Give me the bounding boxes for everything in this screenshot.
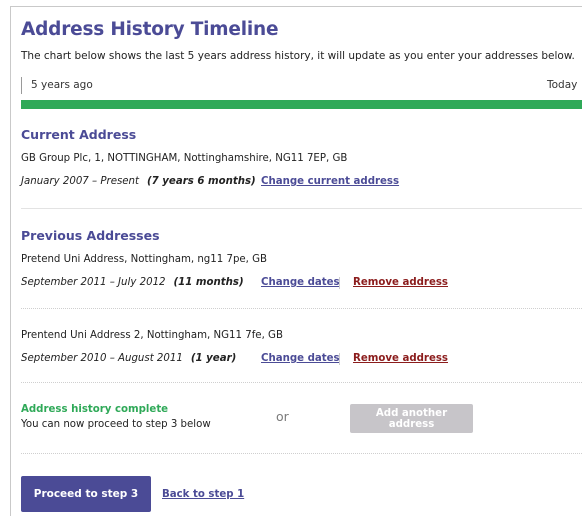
remove-address-link-2[interactable]: Remove address <box>353 353 448 364</box>
current-address-dates: January 2007 – Present (7 years 6 months) <box>21 176 256 187</box>
page-title: Address History Timeline <box>21 19 279 40</box>
row-divider <box>21 453 582 454</box>
timeline-intro: The chart below shows the last 5 years a… <box>21 50 575 62</box>
remove-address-link-1[interactable]: Remove address <box>353 277 448 288</box>
add-another-address-button[interactable]: Add another address <box>350 404 473 433</box>
current-address-heading: Current Address <box>21 127 137 142</box>
change-dates-link-1[interactable]: Change dates <box>261 277 340 288</box>
proceed-to-step-3-button[interactable]: Proceed to step 3 <box>21 476 151 512</box>
row-divider <box>21 382 582 383</box>
timeline-start-label: 5 years ago <box>31 79 93 91</box>
link-separator <box>339 277 340 289</box>
previous-addresses-heading: Previous Addresses <box>21 228 160 243</box>
previous-address-2-text: Prentend Uni Address 2, Nottingham, NG11… <box>21 330 283 341</box>
proceed-note: You can now proceed to step 3 below <box>21 419 211 430</box>
date-range: January 2007 – Present <box>21 176 139 187</box>
previous-address-1-text: Pretend Uni Address, Nottingham, ng11 7p… <box>21 254 268 265</box>
timeline-coverage-bar <box>21 100 582 109</box>
previous-address-1-dates: September 2011 – July 2012 (11 months) <box>21 277 244 288</box>
change-dates-link-2[interactable]: Change dates <box>261 353 340 364</box>
previous-address-2-dates: September 2010 – August 2011 (1 year) <box>21 353 236 364</box>
or-separator: or <box>276 409 289 424</box>
current-address-text: GB Group Plc, 1, NOTTINGHAM, Nottinghams… <box>21 153 348 164</box>
date-range: September 2010 – August 2011 <box>21 353 183 364</box>
timeline-start-marker <box>21 77 22 94</box>
section-divider <box>21 208 582 209</box>
history-complete-message: Address history complete <box>21 404 169 415</box>
link-separator <box>339 353 340 365</box>
change-current-address-link[interactable]: Change current address <box>261 176 399 187</box>
duration: (7 years 6 months) <box>146 176 256 187</box>
row-divider <box>21 308 582 309</box>
duration: (11 months) <box>173 277 244 288</box>
timeline-end-label: Today <box>547 79 578 91</box>
back-to-step-1-link[interactable]: Back to step 1 <box>162 489 244 500</box>
duration: (1 year) <box>190 353 237 364</box>
date-range: September 2011 – July 2012 <box>21 277 166 288</box>
